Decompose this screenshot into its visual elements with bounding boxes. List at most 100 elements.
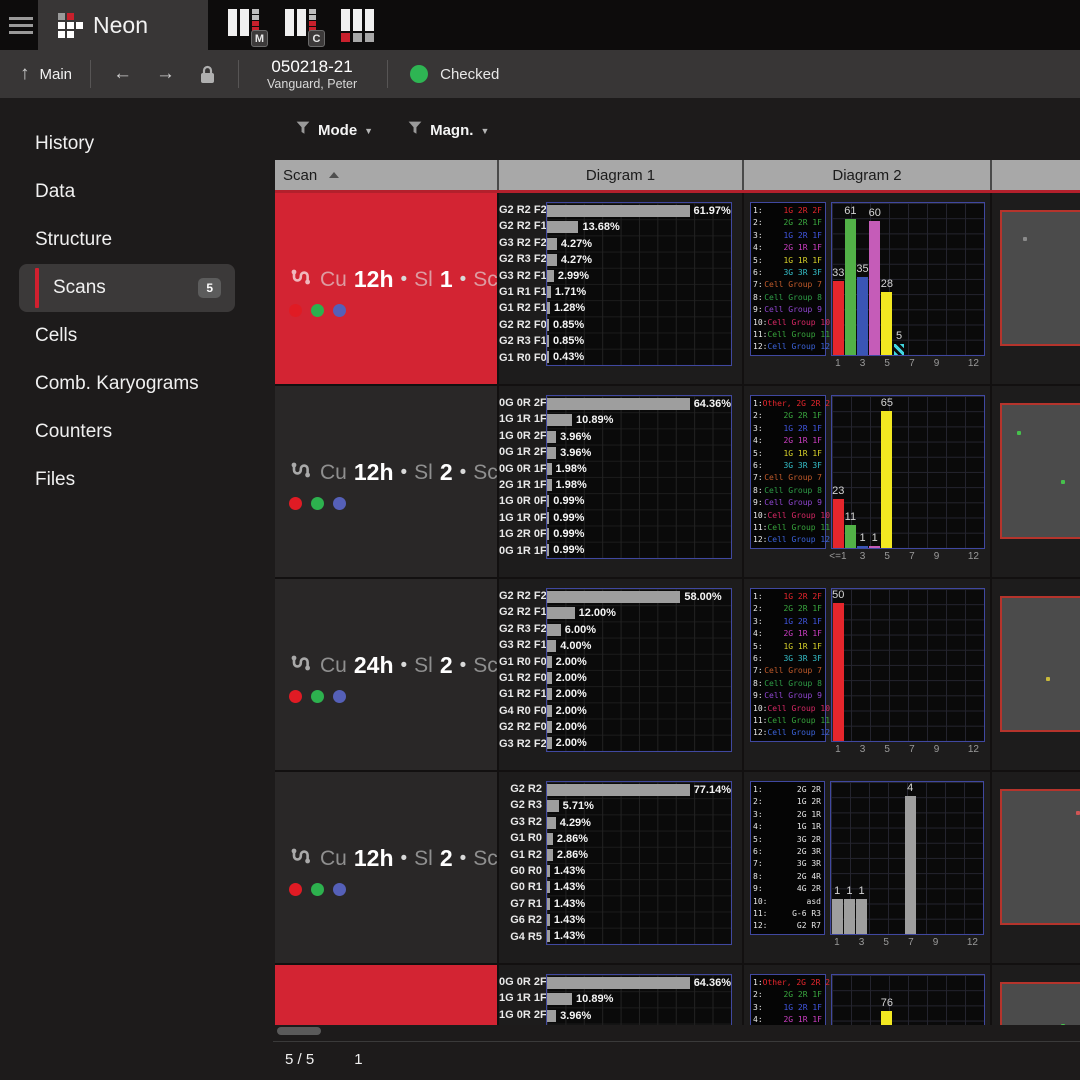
- diagram1-bar-row: 2.86%: [547, 847, 731, 863]
- diagram2-x-tick: 7: [909, 744, 915, 755]
- diagram1-bar: [547, 737, 552, 749]
- search-window-thumbnail[interactable]: [1000, 789, 1080, 925]
- lock-icon[interactable]: [199, 65, 216, 84]
- page-number[interactable]: 1: [354, 1051, 362, 1068]
- status-indicator[interactable]: Checked: [410, 65, 499, 83]
- channel-dots: [289, 883, 521, 896]
- scan-cell[interactable]: [275, 965, 497, 1025]
- filter-button-magn[interactable]: Magn.▼: [407, 120, 489, 141]
- legend-entry: 10:Cell Group 10: [753, 703, 822, 715]
- sidebar-item-data[interactable]: Data: [0, 168, 255, 216]
- legend-entry-number: 11:: [753, 522, 767, 534]
- legend-entry-label: Cell Group 11: [767, 715, 830, 727]
- sidebar-item-cells[interactable]: Cells: [0, 312, 255, 360]
- diagram2-x-tick: 1: [834, 937, 840, 948]
- hamburger-menu-icon[interactable]: [9, 17, 33, 34]
- legend-entry-label: 2G 1R 1F: [763, 628, 822, 640]
- diagram2-x-tick: 9: [934, 358, 940, 369]
- blue-channel-dot: [333, 690, 346, 703]
- diagram1-bar: [547, 721, 552, 733]
- culture-hours: 12h: [354, 845, 394, 872]
- column-header-search-w[interactable]: Search W: [990, 160, 1080, 190]
- diagram2-x-tick: 5: [884, 551, 890, 562]
- nav-main-button[interactable]: ↑ Main: [20, 63, 72, 85]
- legend-entry-label: 1G 1R: [763, 821, 821, 833]
- diagram1-bar-row: 1.71%: [547, 284, 731, 300]
- search-window-thumbnail[interactable]: [1000, 982, 1080, 1025]
- diagram1-bar: [547, 447, 556, 459]
- diagram2-bar: [869, 221, 880, 355]
- scan-cell[interactable]: Cu12h•Sl2•ScC: [275, 772, 497, 963]
- chromosome-icon: [289, 458, 313, 487]
- legend-entry: 5:1G 1R 1F: [753, 641, 822, 653]
- search-window-thumbnail[interactable]: [1000, 210, 1080, 346]
- diagram1-bar: [547, 881, 550, 893]
- diagram1-bar: [547, 833, 553, 845]
- sidebar-item-counters[interactable]: Counters: [0, 408, 255, 456]
- diagram1-value-label: 0.85%: [553, 319, 584, 331]
- karyogram-plain-icon[interactable]: [341, 9, 379, 43]
- karyogram-m-icon[interactable]: M: [228, 9, 266, 43]
- diagram1-bar-row: 2.00%: [547, 686, 731, 702]
- diagram1-value-label: 0.99%: [553, 544, 584, 556]
- diagram2-bar: [894, 344, 905, 355]
- diagram1-category-labels: G2 R2G2 R3G3 R2G1 R0G1 R2G0 R0G0 R1G7 R1…: [499, 781, 546, 945]
- scan-cell[interactable]: Cu12h•Sl2•ScA: [275, 386, 497, 577]
- bullet: •: [460, 848, 467, 870]
- sidebar-item-history[interactable]: History: [0, 120, 255, 168]
- legend-entry-number: 8:: [753, 678, 763, 690]
- search-window-thumbnail[interactable]: [1000, 596, 1080, 732]
- back-arrow-icon[interactable]: ←: [113, 63, 132, 85]
- legend-entry-number: 2:: [753, 796, 763, 808]
- case-id: 050218-21: [267, 56, 357, 77]
- slide-number: 1: [440, 266, 453, 293]
- legend-entry-number: 10:: [753, 510, 767, 522]
- diagram1-value-label: 4.27%: [561, 254, 592, 266]
- search-window-thumbnail[interactable]: [1000, 403, 1080, 539]
- diagram2-bar-value: 61: [844, 205, 856, 217]
- legend-entry: 4:2G 1R 1F: [753, 435, 822, 447]
- karyogram-c-icon[interactable]: C: [285, 9, 323, 43]
- diagram1-bar: [547, 205, 690, 217]
- legend-entry: 5:1G 1R 1F: [753, 448, 822, 460]
- column-header-diagram-2[interactable]: Diagram 2: [742, 160, 990, 190]
- metaphase-dot: [1061, 480, 1065, 484]
- filter-button-mode[interactable]: Mode▼: [295, 120, 373, 141]
- diagram1-bar-row: 5.71%: [547, 798, 731, 814]
- column-header-label: Diagram 2: [832, 167, 901, 184]
- column-header-diagram-1[interactable]: Diagram 1: [497, 160, 742, 190]
- diagram1-bar-row: 1.43%: [547, 928, 731, 944]
- sidebar-item-scans[interactable]: Scans5: [19, 264, 235, 312]
- sidebar-item-structure[interactable]: Structure: [0, 216, 255, 264]
- diagram1-bar: [547, 977, 690, 989]
- sidebar-item-comb-karyograms[interactable]: Comb. Karyograms: [0, 360, 255, 408]
- scan-summary: Cu24h•Sl2•Sc-: [289, 651, 512, 703]
- column-header-scan[interactable]: Scan: [275, 160, 497, 190]
- diagram1-value-label: 0.99%: [553, 528, 584, 540]
- diagram1-value-label: 2.00%: [556, 656, 587, 668]
- legend-entry-label: 2G 2R: [763, 784, 821, 796]
- diagram1-category-label: G0 R1: [499, 879, 546, 895]
- horizontal-scrollbar-thumb[interactable]: [277, 1027, 321, 1035]
- legend-entry-number: 3:: [753, 616, 763, 628]
- diagram1-cell: G2 R2 F2G2 R2 F1G2 R3 F2G3 R2 F1G1 R0 F0…: [497, 579, 742, 770]
- diagram1-value-label: 4.00%: [560, 640, 591, 652]
- filter-label: Mode: [318, 122, 357, 139]
- legend-entry-number: 9:: [753, 497, 763, 509]
- legend-entry-number: 4:: [753, 242, 763, 254]
- diagram2-x-tick: 3: [860, 744, 866, 755]
- legend-entry: 2:2G 2R 1F: [753, 410, 822, 422]
- forward-arrow-icon[interactable]: →: [156, 63, 175, 85]
- legend-entry-label: Cell Group 7: [763, 665, 822, 677]
- scan-cell[interactable]: Cu24h•Sl2•Sc-: [275, 579, 497, 770]
- diagram1-bar-row: 1.98%: [547, 461, 731, 477]
- sidebar-item-files[interactable]: Files: [0, 456, 255, 504]
- tab-neon[interactable]: Neon: [38, 0, 208, 50]
- divider: [90, 60, 91, 88]
- legend-entry-label: Cell Group 11: [767, 329, 830, 341]
- diagram1-cell: G2 R2G2 R3G3 R2G1 R0G1 R2G0 R0G0 R1G7 R1…: [497, 772, 742, 963]
- legend-entry: 4:1G 1R: [753, 821, 821, 833]
- legend-entry: 11:Cell Group 11: [753, 522, 822, 534]
- scan-cell[interactable]: Cu12h•Sl1•Sc-: [275, 193, 497, 384]
- selected-accent-bar: [35, 268, 39, 308]
